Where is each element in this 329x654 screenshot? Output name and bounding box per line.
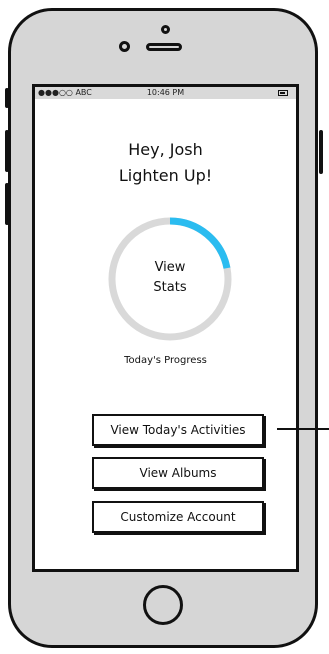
volume-down-button [5,183,9,225]
progress-ring-button[interactable]: View Stats [104,213,236,345]
progress-caption: Today's Progress [124,355,207,366]
status-bar: ●●●○○ ABC 10:46 PM [35,87,296,99]
phone-screen: ●●●○○ ABC 10:46 PM Hey, Josh Lighten Up!… [32,84,299,572]
greeting: Hey, Josh Lighten Up! [35,137,296,189]
volume-up-button [5,130,9,172]
power-button [319,130,323,174]
mute-switch [5,88,9,108]
front-camera-icon [119,41,130,52]
greeting-name: Hey, Josh [128,140,203,159]
status-time: 10:46 PM [146,88,185,97]
view-stats-line1: View [154,260,186,275]
home-button-icon[interactable] [143,585,183,625]
view-stats-label: View Stats [104,258,236,298]
speaker-slot-icon [146,43,182,51]
annotation-pointer-line [277,428,329,430]
greeting-tagline: Lighten Up! [118,166,213,185]
view-stats-line2: Stats [153,280,187,295]
view-albums-button[interactable]: View Albums [92,457,264,489]
camera-dot-icon [161,25,170,34]
customize-account-button[interactable]: Customize Account [92,501,264,533]
view-activities-button[interactable]: View Today's Activities [92,414,264,446]
battery-icon [278,90,288,96]
